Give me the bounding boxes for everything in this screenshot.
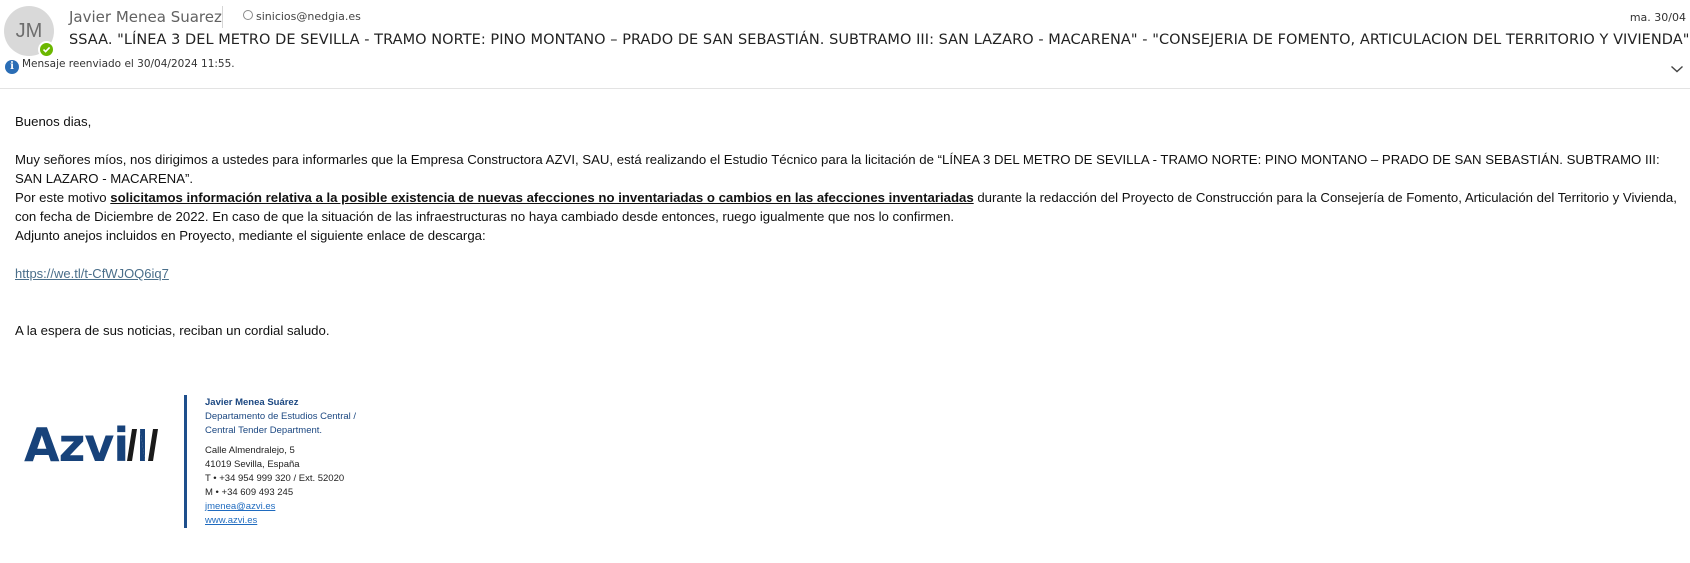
avatar-initials: JM — [15, 20, 43, 42]
signature-email-link[interactable]: jmenea@azvi.es — [205, 501, 275, 512]
request-text-start: Por este motivo — [15, 190, 111, 205]
sender-email-text: sinicios@nedgia.es — [256, 10, 361, 23]
paragraph-request: Por este motivo solicitamos información … — [15, 188, 1680, 226]
closing: A la espera de sus noticias, reciban un … — [15, 323, 330, 338]
signature-phone: T • +34 954 999 320 / Ext. 52020 — [205, 473, 345, 484]
message-subject: SSAA. "LÍNEA 3 DEL METRO DE SEVILLA - TR… — [69, 32, 1690, 48]
greeting: Buenos dias, — [15, 114, 92, 129]
sender-name[interactable]: Javier Menea Suarez — [69, 8, 222, 26]
azvi-logo-mark-icon — [127, 429, 158, 461]
presence-available-icon — [38, 41, 55, 58]
header-divider — [222, 6, 223, 28]
email-signature: Azvi Javier Menea Suárez Departamento de… — [24, 395, 384, 530]
request-highlight: solicitamos información relativa a la po… — [110, 190, 974, 205]
signature-mobile: M • +34 609 493 245 — [205, 487, 294, 498]
signature-department-1: Departamento de Estudios Central / — [205, 411, 357, 422]
status-offline-icon — [243, 10, 253, 20]
azvi-logo: Azvi — [24, 418, 129, 472]
signature-details: Javier Menea Suárez Departamento de Estu… — [205, 396, 356, 528]
signature-address-2: 41019 Sevilla, España — [205, 459, 300, 470]
message-header: JM Javier Menea Suarez sinicios@nedgia.e… — [0, 0, 1690, 89]
signature-website-link[interactable]: www.azvi.es — [205, 515, 257, 526]
message-body: Buenos dias, Muy señores míos, nos dirig… — [15, 112, 1680, 340]
chevron-down-icon[interactable] — [1670, 64, 1684, 74]
info-icon: i — [5, 60, 19, 74]
message-date: ma. 30/04 — [1629, 11, 1686, 24]
signature-address-1: Calle Almendralejo, 5 — [205, 445, 295, 456]
forward-notice: i Mensaje reenviado el 30/04/2024 11:55. — [5, 58, 235, 74]
paragraph-attachments: Adjunto anejos incluidos en Proyecto, me… — [15, 228, 486, 243]
paragraph-intro: Muy señores míos, nos dirigimos a ustede… — [15, 152, 1660, 186]
signature-department-2: Central Tender Department. — [205, 425, 323, 436]
signature-name: Javier Menea Suárez — [205, 397, 299, 408]
signature-divider — [184, 395, 187, 528]
download-link[interactable]: https://we.tl/t-CfWJOQ6iq7 — [15, 266, 169, 281]
forward-notice-text: Mensaje reenviado el 30/04/2024 11:55. — [22, 58, 235, 70]
sender-email[interactable]: sinicios@nedgia.es — [243, 10, 361, 23]
